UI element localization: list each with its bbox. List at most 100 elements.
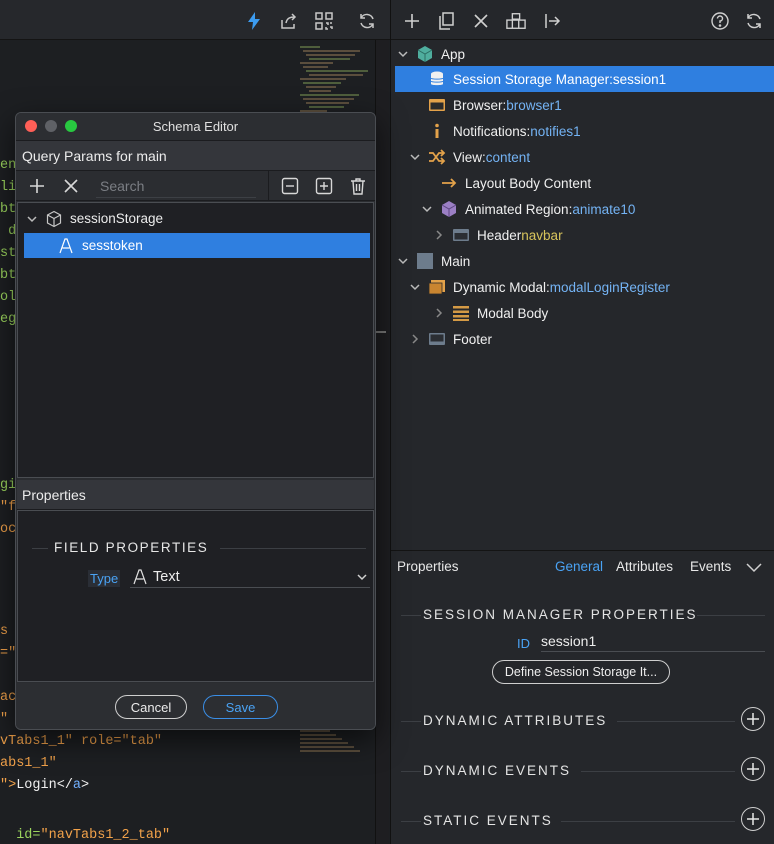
- id-input[interactable]: session1: [541, 630, 765, 652]
- expand-all-icon[interactable]: [314, 176, 334, 196]
- add-icon[interactable]: [401, 10, 423, 32]
- bolt-icon[interactable]: [243, 10, 265, 32]
- split-divider[interactable]: [375, 40, 389, 844]
- type-select[interactable]: Text: [130, 566, 370, 588]
- chevron-down-icon[interactable]: [24, 211, 40, 227]
- code-line: bt: [0, 202, 17, 217]
- tree-node-main[interactable]: Main: [391, 248, 774, 274]
- tree-node-header[interactable]: Header navbar: [391, 222, 774, 248]
- qr-code-icon[interactable]: [313, 10, 335, 32]
- trash-icon[interactable]: [348, 176, 368, 196]
- tree-node-dynamic-modal[interactable]: Dynamic Modal: modalLoginRegister: [391, 274, 774, 300]
- refresh-icon[interactable]: [356, 10, 378, 32]
- code-line: ol: [0, 290, 17, 305]
- schema-node-label: sessionStorage: [70, 211, 164, 226]
- tree-node-value: modalLoginRegister: [549, 279, 670, 295]
- tree-node-view[interactable]: View: content: [391, 144, 774, 170]
- divider: [401, 821, 421, 822]
- minimap-line: [300, 46, 320, 48]
- schema-node-sesstoken[interactable]: sesstoken: [24, 233, 370, 258]
- tree-node-browser[interactable]: Browser: browser1: [391, 92, 774, 118]
- chevron-down-icon[interactable]: [356, 571, 368, 583]
- cancel-button[interactable]: Cancel: [115, 695, 187, 719]
- minimap-line: [300, 78, 346, 80]
- minimap-line: [300, 734, 336, 736]
- maximize-window-button[interactable]: [65, 120, 77, 132]
- chevron-down-icon[interactable]: [395, 253, 411, 269]
- split-handle[interactable]: [376, 331, 386, 337]
- close-window-button[interactable]: [25, 120, 37, 132]
- divider: [401, 771, 421, 772]
- minimap-line: [309, 106, 344, 108]
- chevron-down-icon[interactable]: [419, 201, 435, 217]
- code-line: vTabs1_1" role="tab": [0, 734, 163, 749]
- add-icon[interactable]: [27, 176, 47, 196]
- remove-icon[interactable]: [61, 176, 81, 196]
- divider: [268, 171, 269, 201]
- tab-events[interactable]: Events: [690, 559, 731, 574]
- minimap-line: [300, 750, 360, 752]
- window-titlebar[interactable]: Schema Editor: [16, 113, 375, 141]
- chevron-right-icon[interactable]: [431, 305, 447, 321]
- tree-node-notifications[interactable]: Notifications: notifies1: [391, 118, 774, 144]
- chevron-down-icon[interactable]: [395, 46, 411, 62]
- tree-node-label: Session Storage Manager:: [453, 71, 613, 87]
- tree-node-footer[interactable]: Footer: [391, 326, 774, 352]
- tree-node-value: notifies1: [530, 123, 581, 139]
- add-dynamic-attribute-button[interactable]: [741, 707, 765, 731]
- tree-node-value: browser1: [506, 97, 562, 113]
- move-into-icon[interactable]: [542, 10, 564, 32]
- schema-editor-window: Schema Editor Query Params for main sess…: [15, 112, 376, 730]
- code-line: d: [0, 224, 17, 239]
- tree-node-label: Browser:: [453, 97, 507, 113]
- tree-node-app[interactable]: App: [391, 41, 774, 67]
- wrap-icon[interactable]: [505, 10, 527, 32]
- tree-node-label: View:: [453, 149, 486, 165]
- minimap-line: [300, 738, 342, 740]
- tab-attributes[interactable]: Attributes: [616, 559, 673, 574]
- help-icon[interactable]: [709, 10, 731, 32]
- divider: [401, 721, 421, 722]
- chevron-down-icon[interactable]: [745, 560, 763, 574]
- static-events-heading: STATIC EVENTS: [423, 813, 553, 828]
- schema-node-sessionstorage[interactable]: sessionStorage: [18, 206, 373, 231]
- chevron-right-icon[interactable]: [431, 227, 447, 243]
- tree-node-layout-body-content[interactable]: Layout Body Content: [391, 170, 774, 196]
- refresh-icon[interactable]: [743, 10, 765, 32]
- tree-node-animated-region[interactable]: Animated Region: animate10: [391, 196, 774, 222]
- tab-general[interactable]: General: [555, 559, 603, 574]
- code-line: id="navTabs1_2_tab": [16, 828, 171, 843]
- minimap-line: [300, 746, 354, 748]
- code-line: en: [0, 158, 17, 173]
- minimap-line: [300, 94, 359, 96]
- chevron-right-icon[interactable]: [407, 331, 423, 347]
- cube-outline-icon: [44, 209, 64, 229]
- info-icon: [427, 121, 447, 141]
- arrow-right-icon: [439, 173, 459, 193]
- dynamic-attributes-heading: DYNAMIC ATTRIBUTES: [423, 713, 608, 728]
- divider: [561, 821, 735, 822]
- define-session-storage-button[interactable]: Define Session Storage It...: [492, 660, 670, 684]
- share-icon[interactable]: [278, 10, 300, 32]
- code-line: eg: [0, 312, 17, 327]
- duplicate-icon[interactable]: [436, 10, 458, 32]
- tree-node-session-storage-manager[interactable]: Session Storage Manager: session1: [395, 66, 774, 92]
- add-dynamic-event-button[interactable]: [741, 757, 765, 781]
- minimap-line: [303, 98, 354, 100]
- minimize-window-button[interactable]: [45, 120, 57, 132]
- add-static-event-button[interactable]: [741, 807, 765, 831]
- database-icon: [427, 69, 447, 89]
- collapse-all-icon[interactable]: [280, 176, 300, 196]
- code-line: "f: [0, 500, 17, 515]
- app-cube-icon: [415, 44, 435, 64]
- divider: [401, 615, 421, 616]
- tree-node-modal-body[interactable]: Modal Body: [391, 300, 774, 326]
- delete-icon[interactable]: [470, 10, 492, 32]
- search-input[interactable]: [96, 174, 256, 198]
- chevron-down-icon[interactable]: [407, 279, 423, 295]
- chevron-down-icon[interactable]: [407, 149, 423, 165]
- code-toolbar: [0, 0, 390, 40]
- id-label: ID: [517, 636, 530, 651]
- browser-icon: [427, 95, 447, 115]
- save-button[interactable]: Save: [203, 695, 278, 719]
